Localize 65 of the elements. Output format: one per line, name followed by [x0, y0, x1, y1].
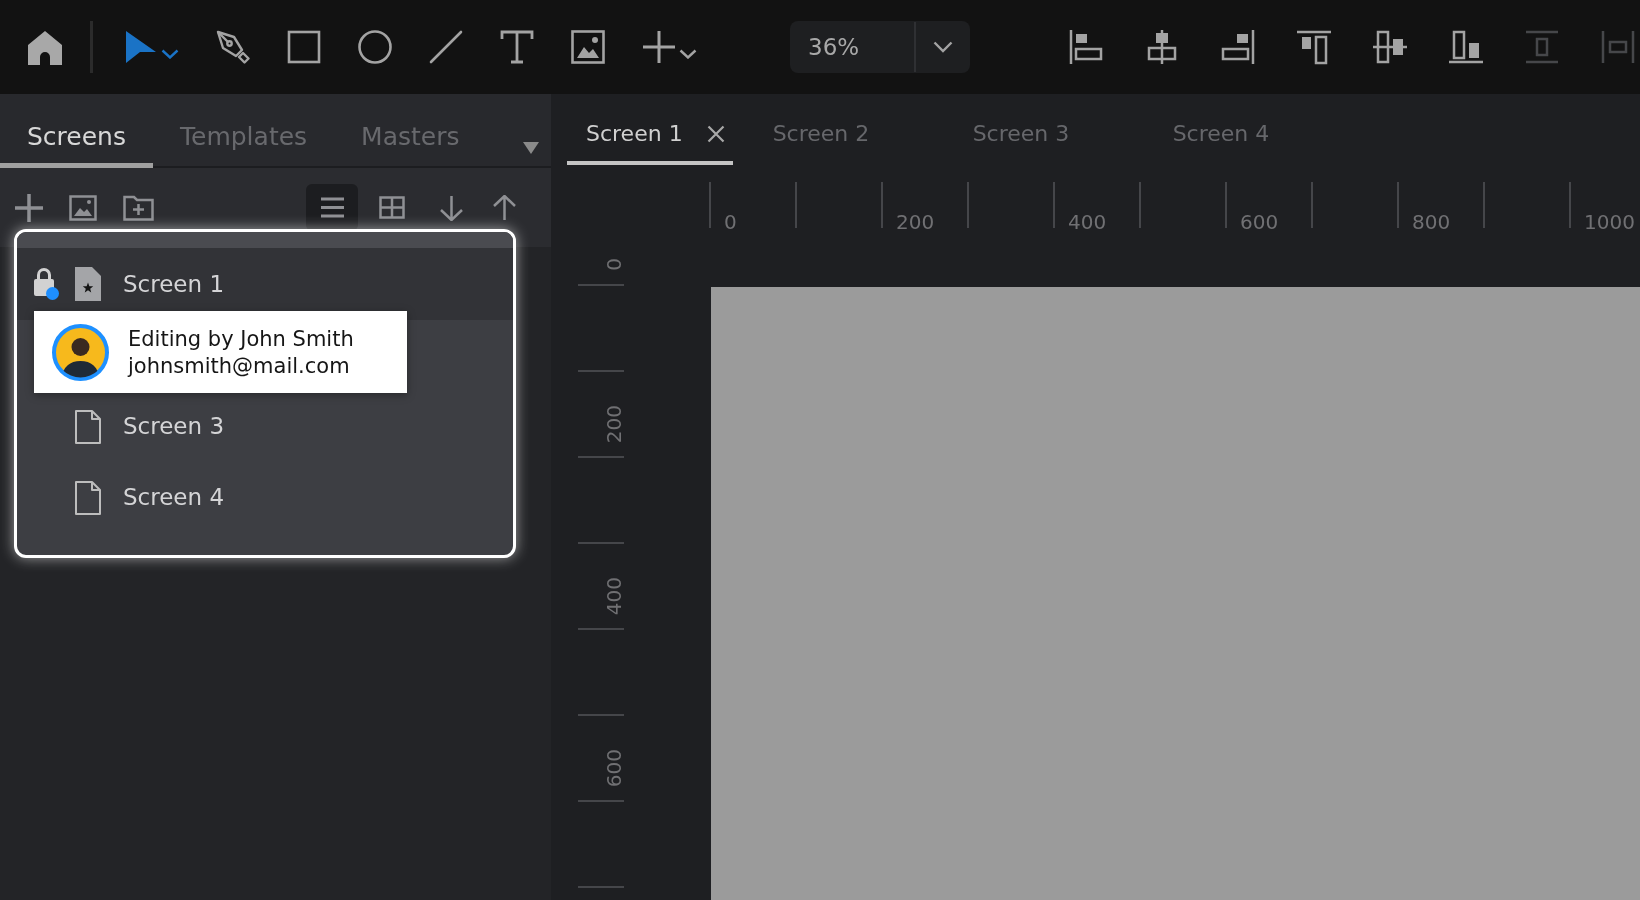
- ruler-tick: [578, 714, 624, 716]
- align-left-icon[interactable]: [1068, 29, 1104, 65]
- text-icon[interactable]: [500, 30, 534, 64]
- line-icon[interactable]: [429, 30, 463, 64]
- caret-icon[interactable]: [679, 49, 697, 59]
- ruler-tick: [1569, 182, 1571, 228]
- chevron-down-icon[interactable]: [933, 41, 953, 53]
- ruler-tick: [795, 182, 797, 228]
- rectangle-icon[interactable]: [287, 30, 321, 64]
- screen-list-item[interactable]: Screen 1: [17, 248, 513, 320]
- add-folder-icon[interactable]: [123, 194, 154, 221]
- ruler-tick: [1397, 182, 1399, 228]
- ruler-label: 400: [604, 576, 624, 615]
- screen-list-item[interactable]: Screen 3: [17, 391, 513, 462]
- ruler-label: 400: [1068, 212, 1107, 232]
- pen-icon[interactable]: [216, 30, 250, 64]
- grid-icon[interactable]: [379, 196, 405, 219]
- ruler-tick: [967, 182, 969, 228]
- image-icon[interactable]: [69, 194, 97, 221]
- pointer-icon[interactable]: [124, 30, 158, 64]
- ruler-tick: [578, 542, 624, 544]
- plus-icon[interactable]: [14, 192, 44, 223]
- caret-icon[interactable]: [161, 49, 179, 59]
- ruler-tick: [1311, 182, 1313, 228]
- align-right-icon[interactable]: [1220, 29, 1256, 65]
- list-icon[interactable]: [319, 197, 345, 218]
- screen-list-item[interactable]: Screen 4: [17, 462, 513, 533]
- ruler-label: 800: [1412, 212, 1451, 232]
- home-icon[interactable]: [27, 29, 63, 65]
- editor-name: Editing by John Smith: [128, 327, 354, 350]
- ruler-label: 600: [604, 748, 624, 787]
- align-top-icon[interactable]: [1296, 29, 1332, 65]
- circle-icon[interactable]: [358, 30, 392, 64]
- avatar-icon: [52, 323, 109, 381]
- arrow-up-icon[interactable]: [492, 194, 517, 221]
- ruler-tick: [578, 800, 624, 802]
- ruler-tick: [709, 182, 711, 228]
- ruler-tick: [578, 284, 624, 286]
- document-tab[interactable]: Screen 1: [567, 94, 733, 165]
- ruler-tick: [1139, 182, 1141, 228]
- ruler-tick: [578, 628, 624, 630]
- ruler-label: 1000: [1584, 212, 1635, 232]
- list-view-button[interactable]: [306, 184, 358, 231]
- ruler-label: 200: [896, 212, 935, 232]
- zoom-value[interactable]: 36%: [790, 35, 914, 59]
- ruler-tick: [578, 456, 624, 458]
- arrow-down-icon[interactable]: [439, 194, 464, 221]
- plus-icon[interactable]: [642, 30, 676, 64]
- ruler-tick: [578, 886, 624, 888]
- dropdown-triangle-icon[interactable]: [523, 142, 539, 154]
- ruler-label: 200: [604, 404, 624, 443]
- align-middle-icon[interactable]: [1372, 29, 1408, 65]
- close-icon[interactable]: [706, 125, 725, 143]
- ruler-label: 0: [604, 258, 624, 271]
- zoom-control[interactable]: 36%: [790, 21, 970, 73]
- ruler-tick: [881, 182, 883, 228]
- align-bottom-icon[interactable]: [1448, 29, 1484, 65]
- ruler-tick: [578, 370, 624, 372]
- image-icon[interactable]: [571, 30, 605, 64]
- ruler-label: 600: [1240, 212, 1279, 232]
- editor-email: johnsmith@mail.com: [128, 354, 351, 377]
- ruler-tick: [1053, 182, 1055, 228]
- ruler-label: 0: [724, 212, 737, 232]
- ruler-tick: [1225, 182, 1227, 228]
- ruler-tick: [1483, 182, 1485, 228]
